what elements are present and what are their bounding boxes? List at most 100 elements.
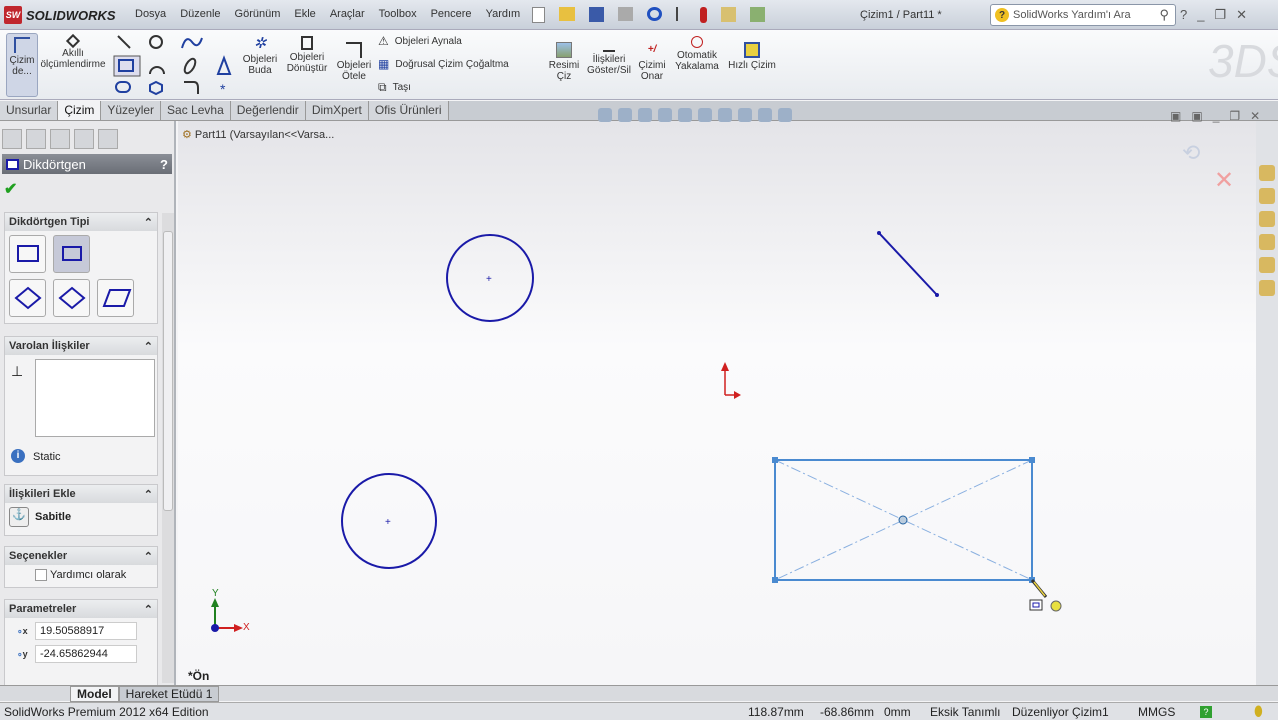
units-selector[interactable]: MMGS [1138,705,1175,719]
mirror-entities-button[interactable]: ⚠ Objeleri Aynala [378,35,462,47]
doc-restore-icon[interactable]: ❐ [1229,109,1240,123]
rapid-sketch-button[interactable]: Hızlı Çizim [728,42,776,71]
collapse-icon[interactable]: ⌃ [144,603,153,616]
graphics-area[interactable] [178,121,1256,685]
display-relations-button[interactable]: İlişkileri Göster/Sil [586,36,632,76]
print-icon[interactable] [618,7,633,21]
save-icon[interactable] [589,7,604,22]
construction-option[interactable]: Yardımcı olarak [35,569,126,581]
configuration-manager-icon[interactable] [50,129,70,149]
section-view-icon[interactable] [658,108,672,122]
feature-tree-flyout[interactable]: ⚙ Part11 (Varsayılan<<Varsa... [182,128,334,141]
menu-gorunum[interactable]: Görünüm [228,8,288,20]
pm-help-button[interactable]: ? [160,157,168,172]
appearances-icon[interactable] [1259,257,1275,273]
rebuild-status-icon[interactable]: ? [1200,705,1212,718]
scene-icon[interactable] [758,108,772,122]
sketch-entity-tools[interactable]: * [112,32,236,98]
linear-pattern-button[interactable]: ▦ Doğrusal Çizim Çoğaltma [378,58,509,70]
options-icon[interactable] [750,7,765,22]
tab-unsurlar[interactable]: Unsurlar [0,101,59,120]
doc-minimize-icon[interactable]: _ [1213,109,1220,123]
menu-ekle[interactable]: Ekle [287,8,322,20]
tab-yuzeyler[interactable]: Yüzeyler [101,101,162,120]
menu-araclar[interactable]: Araçlar [323,8,372,20]
minimize-icon[interactable]: _ [1197,7,1204,23]
3-point-corner-rectangle-button[interactable] [9,279,46,317]
solidworks-logo[interactable]: SW SOLIDWORKS [4,6,116,24]
undo-icon[interactable] [647,7,662,21]
center-x-field[interactable]: 19.50588917 [35,622,137,640]
zoom-area-icon[interactable] [618,108,632,122]
rebuild-icon[interactable] [700,7,707,23]
sketch-button[interactable]: Çizim de... [6,33,38,97]
help-icon: ? [995,8,1009,22]
close-icon[interactable]: ✕ [1236,7,1247,23]
panel-scrollbar[interactable] [162,213,174,683]
repair-sketch-button[interactable]: +/ Çizimi Onar [636,42,668,82]
center-y-field[interactable]: -24.65862944 [35,645,137,663]
offset-entities-button[interactable]: Objeleri Ötele [334,42,374,82]
tab-model[interactable]: Model [70,685,119,702]
menu-pencere[interactable]: Pencere [424,8,479,20]
ok-checkmark-button[interactable]: ✔ [4,179,17,199]
move-entities-button[interactable]: ⧉ Taşı [378,81,411,93]
hide-show-icon[interactable] [718,108,732,122]
resources-icon[interactable] [1259,165,1275,181]
collapse-icon[interactable]: ⌃ [144,550,153,563]
appearance-icon[interactable] [738,108,752,122]
design-library-icon[interactable] [1259,188,1275,204]
tab-motion-study[interactable]: Hareket Etüdü 1 [118,685,220,702]
new-icon[interactable] [532,7,545,23]
menu-duzenle[interactable]: Düzenle [173,8,227,20]
collapse-icon[interactable]: ⌃ [144,488,153,501]
feature-manager-icon[interactable] [2,129,22,149]
trim-entities-button[interactable]: ✲ Objeleri Buda [240,36,280,77]
view-orientation-icon[interactable] [678,108,692,122]
relations-list[interactable] [35,359,155,437]
tab-sac-levha[interactable]: Sac Levha [161,101,231,120]
fix-relation-button[interactable]: ⚓ Sabitle [9,507,71,527]
property-manager-icon[interactable] [26,129,46,149]
menu-dosya[interactable]: Dosya [128,8,173,20]
split-icon[interactable]: ▣ [1191,109,1202,123]
center-rectangle-button[interactable] [53,235,90,273]
tab-ofis-urunleri[interactable]: Ofis Ürünleri [368,101,449,120]
parallelogram-button[interactable] [97,279,134,317]
previous-view-icon[interactable] [638,108,652,122]
menu-yardim[interactable]: Yardım [479,8,528,20]
construction-checkbox[interactable] [35,569,47,581]
tab-cizim[interactable]: Çizim [58,101,102,120]
help-search-input[interactable]: ? SolidWorks Yardım'ı Ara ⚲ [990,4,1176,26]
view-palette-icon[interactable] [1259,234,1275,250]
display-manager-icon[interactable] [98,129,118,149]
smart-dimension-button[interactable]: Akıllı ölçümlendirme [40,33,106,70]
smart-dimension-icon [65,33,81,49]
menu-toolbox[interactable]: Toolbox [372,8,424,20]
quick-snaps-button[interactable]: Otomatik Yakalama [674,36,720,72]
file-properties-icon[interactable] [721,7,736,22]
select-icon[interactable] [676,7,686,21]
sketch-picture-button[interactable]: Resimi Çiz [546,42,582,82]
tab-degerlendir[interactable]: Değerlendir [230,101,306,120]
convert-entities-button[interactable]: Objeleri Dönüştür [284,36,330,74]
help-menu-icon[interactable]: ? [1180,7,1187,23]
search-icon[interactable]: ⚲ [1159,7,1169,23]
collapse-icon[interactable]: ⌃ [144,340,153,353]
collapse-icon[interactable]: ⌃ [144,216,153,229]
rapid-sketch-label: Hızlı Çizim [728,60,776,71]
3-point-center-rectangle-button[interactable] [53,279,90,317]
corner-rectangle-button[interactable] [9,235,46,273]
file-explorer-icon[interactable] [1259,211,1275,227]
open-icon[interactable] [559,7,575,21]
rapid-sketch-icon [744,42,760,58]
zoom-to-fit-icon[interactable] [598,108,612,122]
tab-dimxpert[interactable]: DimXpert [305,101,369,120]
custom-properties-icon[interactable] [1259,280,1275,296]
display-style-icon[interactable] [698,108,712,122]
tag-icon[interactable]: ⬮ [1254,703,1263,720]
view-settings-icon[interactable] [778,108,792,122]
dimxpert-manager-icon[interactable] [74,129,94,149]
restore-icon[interactable]: ❐ [1214,7,1226,23]
tile-icon[interactable]: ▣ [1170,109,1181,123]
